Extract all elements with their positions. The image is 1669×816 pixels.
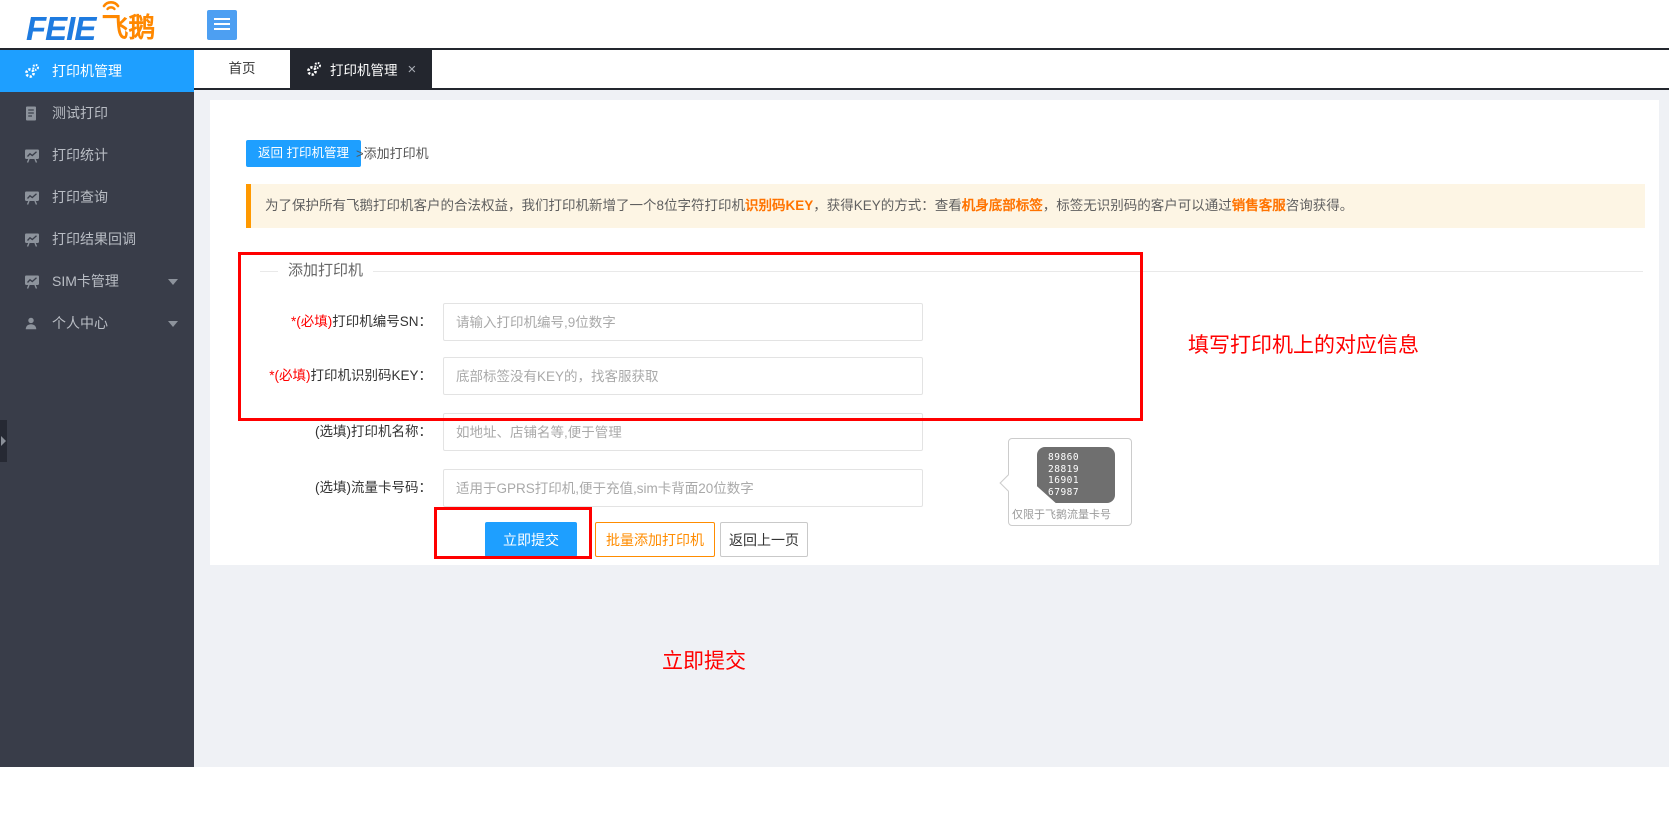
fieldset-divider [260,271,1643,272]
main-content: 返回 打印机管理 >添加打印机 为了保护所有飞鹅打印机客户的合法权益，我们打印机… [194,90,1669,767]
field-label-key: *(必填)打印机识别码KEY： [210,357,432,395]
notice-link-key[interactable]: 识别码KEY [745,198,813,213]
sidebar-item-print-query[interactable]: 打印查询 [0,176,194,218]
tab-bar: 首页 打印机管理 × [194,50,1669,90]
sim-card-number-input[interactable] [443,469,923,507]
notice-text: 咨询获得。 [1286,198,1354,213]
required-mark: *(必填) [269,368,310,383]
form-row-sn: *(必填)打印机编号SN： [210,303,1170,341]
field-label-sim: (选填)流量卡号码： [210,469,432,507]
notice-link-bottom-label[interactable]: 机身底部标签 [962,198,1043,213]
notice-text: ，标签无识别码的客户可以通过 [1043,198,1232,213]
content-panel: 返回 打印机管理 >添加打印机 为了保护所有飞鹅打印机客户的合法权益，我们打印机… [210,100,1659,565]
batch-add-printer-button[interactable]: 批量添加打印机 [595,522,715,557]
sidebar-collapse-handle[interactable] [0,420,7,462]
sidebar-item-personal-center[interactable]: 个人中心 [0,302,194,344]
breadcrumb: >添加打印机 [356,140,429,167]
app-window: FEIE 飞鹅 打印机管理 [0,0,1669,816]
gears-icon [24,63,41,79]
sidebar-item-label: 打印查询 [52,187,108,207]
required-mark: *(必填) [291,314,332,329]
notice-banner: 为了保护所有飞鹅打印机客户的合法权益，我们打印机新增了一个8位字符打印机识别码K… [246,184,1645,228]
field-label-sn: *(必填)打印机编号SN： [210,303,432,341]
tab-home[interactable]: 首页 [194,50,290,88]
sidebar-item-label: SIM卡管理 [52,271,119,291]
sidebar-item-label: 打印机管理 [52,61,122,81]
sidebar-toggle-button[interactable] [207,10,237,40]
form-legend: 添加打印机 [278,261,373,281]
app-header: FEIE 飞鹅 [0,0,1669,50]
sidebar-item-label: 打印结果回调 [52,229,136,249]
sidebar-item-print-result-callback[interactable]: 打印结果回调 [0,218,194,260]
tab-close-icon[interactable]: × [408,61,417,78]
app-logo[interactable]: FEIE 飞鹅 [26,6,155,46]
back-to-printer-management-button[interactable]: 返回 打印机管理 [246,140,361,167]
tab-printer-management[interactable]: 打印机管理 × [290,50,432,88]
sidebar-item-label: 测试打印 [52,103,108,123]
sidebar-item-label: 个人中心 [52,313,108,333]
sim-tooltip-caption: 仅限于飞鹅流量卡号 [1012,506,1111,522]
notice-link-sales-support[interactable]: 销售客服 [1232,198,1286,213]
notice-text: 为了保护所有飞鹅打印机客户的合法权益，我们打印机新增了一个8位字符打印机 [265,198,745,213]
sidebar-item-print-stats[interactable]: 打印统计 [0,134,194,176]
wifi-icon [100,0,122,18]
chart-board-icon [24,274,41,289]
return-previous-page-button[interactable]: 返回上一页 [720,522,808,557]
chart-board-icon [24,232,41,247]
sidebar-item-label: 打印统计 [52,145,108,165]
field-label-name: (选填)打印机名称： [210,413,432,451]
printer-sn-input[interactable] [443,303,923,341]
sidebar-item-sim-management[interactable]: SIM卡管理 [0,260,194,302]
sim-card-tooltip: 89860 28819 16901 67987 仅限于飞鹅流量卡号 [1008,438,1132,526]
tab-label: 打印机管理 [330,59,398,79]
gears-icon [306,61,322,77]
sidebar-item-test-print[interactable]: 测试打印 [0,92,194,134]
chart-board-icon [24,190,41,205]
user-icon [24,316,41,331]
document-icon [24,106,41,121]
notice-text: ，获得KEY的方式：查看 [813,198,962,213]
sim-card-image: 89860 28819 16901 67987 [1037,447,1115,503]
printer-name-input[interactable] [443,413,923,451]
printer-key-input[interactable] [443,357,923,395]
form-row-key: *(必填)打印机识别码KEY： [210,357,1170,395]
submit-button[interactable]: 立即提交 [485,522,577,557]
chart-board-icon [24,148,41,163]
logo-text-en: FEIE [26,10,95,47]
chevron-down-icon [168,279,178,285]
sidebar: 打印机管理 测试打印 打印统计 [0,50,194,767]
sidebar-item-printer-management[interactable]: 打印机管理 [0,50,194,92]
chevron-down-icon [168,321,178,327]
